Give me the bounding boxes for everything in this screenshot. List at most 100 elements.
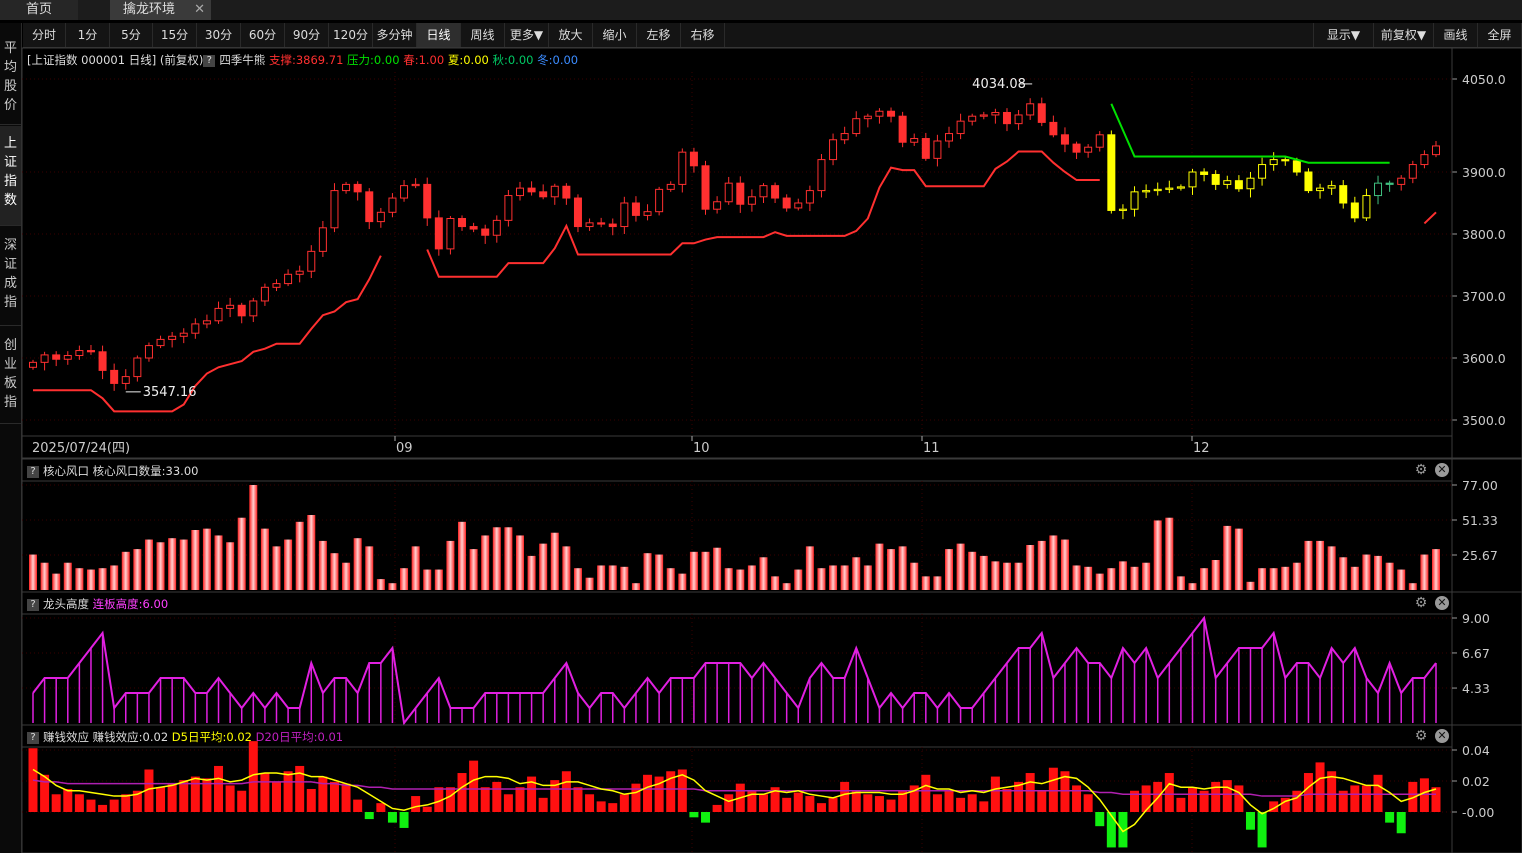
core-wind-bar — [608, 565, 617, 590]
panel2-title: 核心风口 — [43, 464, 93, 478]
core-wind-bar — [817, 568, 826, 590]
help-icon[interactable]: ? — [203, 54, 216, 67]
candle-body — [1037, 103, 1046, 123]
money-effect-bar — [1072, 785, 1082, 812]
money-effect-bar — [457, 773, 467, 812]
money-effect-bar — [1222, 780, 1232, 812]
candle-body — [724, 182, 733, 203]
money-effect-bar — [990, 776, 1000, 812]
core-wind-bar — [991, 561, 1000, 590]
candle-body — [550, 185, 559, 198]
core-wind-bar — [144, 539, 153, 590]
money-effect-bar — [121, 794, 131, 812]
candle-body — [365, 191, 374, 223]
month-label: 10 — [693, 441, 710, 456]
money-effect-bar — [921, 774, 931, 812]
core-wind-bar — [1014, 562, 1023, 590]
core-wind-bar — [388, 583, 397, 590]
candle-body — [817, 159, 826, 192]
candle-body — [689, 151, 698, 167]
date-label: 2025/07/24(四) — [32, 441, 130, 456]
money-effect-panel-close-icon[interactable]: ✕ — [1435, 729, 1449, 743]
core-wind-bar — [724, 568, 733, 590]
core-wind-bar — [110, 565, 119, 590]
core-wind-bar — [1234, 528, 1243, 590]
core-wind-bar — [539, 543, 548, 590]
candle-body — [411, 183, 420, 187]
money-effect-bar — [863, 794, 873, 812]
indicator-name: 四季牛熊 — [219, 53, 269, 67]
core-wind-bar — [1350, 566, 1359, 590]
core-wind-bar — [945, 549, 954, 590]
candle-body — [863, 115, 872, 120]
money-effect-panel-gear-icon[interactable]: ⚙ — [1414, 729, 1428, 743]
candle-body — [1339, 185, 1348, 204]
core-wind-bar — [1118, 561, 1127, 590]
month-label: 09 — [396, 441, 413, 456]
help-icon[interactable]: ? — [27, 465, 39, 478]
core-wind-bar — [29, 554, 37, 590]
dragon-height-panel-close-icon[interactable]: ✕ — [1435, 596, 1449, 610]
core-wind-bar — [1107, 568, 1116, 590]
core-wind-bar — [75, 568, 84, 590]
money-effect-bar — [585, 794, 595, 812]
help-icon[interactable]: ? — [27, 731, 39, 744]
core-wind-bar — [515, 535, 524, 590]
core-wind-bar — [1408, 583, 1417, 590]
candle-body — [330, 190, 339, 229]
money-effect-bar — [422, 806, 432, 812]
money-effect-bar — [167, 783, 177, 812]
core-wind-bar — [353, 538, 362, 590]
money-effect-bar — [190, 776, 200, 812]
candle-body — [110, 369, 119, 384]
money-effect-bar — [1385, 812, 1395, 823]
dragon-height-panel-gear-icon[interactable]: ⚙ — [1414, 596, 1428, 610]
month-label: 12 — [1193, 441, 1210, 456]
money-effect-bar — [376, 803, 386, 812]
candle-body — [202, 320, 211, 325]
candle-body — [805, 190, 814, 204]
price-tick-label: 3600.0 — [1462, 351, 1506, 366]
candle-body — [318, 227, 327, 252]
core-wind-bar — [620, 566, 629, 590]
help-icon[interactable]: ? — [27, 598, 39, 611]
core-wind-bar — [1188, 583, 1197, 590]
money-effect-bar — [793, 792, 803, 812]
price-tick-label: 3500.0 — [1462, 413, 1506, 428]
candle-body — [1397, 177, 1406, 185]
money-effect-bar — [387, 812, 397, 823]
core-wind-bar — [1002, 562, 1011, 590]
axis-tick-label: 25.67 — [1462, 548, 1498, 563]
candle-body — [29, 361, 37, 368]
core-wind-bar — [1072, 565, 1081, 590]
money-effect-bar — [1141, 785, 1151, 812]
money-effect-bar — [86, 799, 96, 812]
candle-body — [921, 138, 930, 159]
core-wind-bar — [631, 583, 640, 590]
core-wind-bar — [121, 551, 130, 590]
core-wind-panel-title: ? 核心风口 核心风口数量:33.00 — [27, 463, 198, 479]
core-wind-bar — [284, 539, 293, 590]
core-wind-bar — [759, 557, 768, 590]
core-wind-bar — [1246, 581, 1255, 590]
money-effect-bar — [828, 797, 838, 812]
core-wind-bar — [469, 549, 478, 590]
core-wind-panel-gear-icon[interactable]: ⚙ — [1414, 463, 1428, 477]
core-wind-panel-close-icon[interactable]: ✕ — [1435, 463, 1449, 477]
chart-area[interactable]: 4050.0 3900.0 3800.0 3700.0 3600.0 3500.0 09 10… — [0, 0, 1522, 853]
money-effect-bar — [63, 788, 73, 812]
candle-body — [492, 219, 501, 236]
money-effect-bar — [40, 774, 50, 812]
panel3-value: 连板高度:6.00 — [92, 597, 169, 611]
candle-body — [539, 191, 548, 198]
core-wind-bar — [713, 547, 722, 590]
core-wind-bar — [979, 555, 988, 590]
money-effect-bar — [306, 788, 316, 812]
core-wind-bar — [829, 565, 838, 590]
price-axis — [1451, 47, 1522, 459]
core-wind-bar — [1060, 539, 1069, 590]
candle-body — [1118, 208, 1127, 211]
panel3-title: 龙头高度 — [43, 597, 93, 611]
money-effect-bar — [469, 760, 479, 812]
high-price-label: 4034.08 — [972, 77, 1026, 92]
